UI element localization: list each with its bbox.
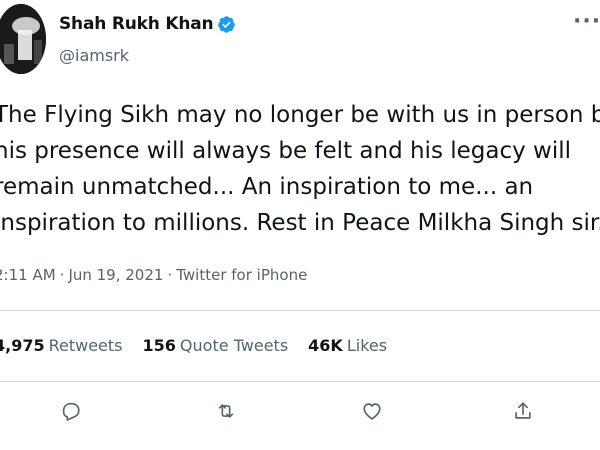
- tweet-line: The Flying Sikh may no longer be with us…: [0, 102, 600, 128]
- handle[interactable]: @iamsrk: [59, 46, 129, 65]
- meta-separator: ·: [167, 266, 173, 284]
- profile-photo-icon: [0, 4, 46, 74]
- divider: [0, 381, 600, 382]
- retweet-button[interactable]: [213, 398, 239, 424]
- reply-button[interactable]: [58, 398, 84, 424]
- author-name-row[interactable]: Shah Rukh Khan: [59, 14, 236, 34]
- share-button[interactable]: [510, 398, 536, 424]
- like-icon: [363, 403, 381, 420]
- likes-label: Likes: [346, 336, 388, 355]
- tweet-line: remain unmatched... An inspiration to me…: [0, 174, 534, 200]
- reply-icon: [62, 402, 80, 421]
- display-name[interactable]: Shah Rukh Khan: [59, 14, 214, 34]
- tweet-text: The Flying Sikh may no longer be with us…: [0, 97, 600, 241]
- retweets-stat[interactable]: 4,975 Retweets: [0, 336, 123, 355]
- tweet-line: inspiration to millions. Rest in Peace M…: [0, 210, 600, 236]
- more-options-icon[interactable]: ···: [573, 9, 600, 34]
- action-bar: [0, 398, 600, 426]
- tweet-stats: 4,975 Retweets 156 Quote Tweets 46K Like…: [0, 336, 387, 355]
- verified-badge-icon: [218, 15, 236, 33]
- like-button[interactable]: [359, 398, 385, 424]
- tweet-meta: 2:11 AM · Jun 19, 2021 · Twitter for iPh…: [0, 266, 307, 284]
- tweet-line: his presence will always be felt and his…: [0, 138, 572, 164]
- share-icon: [515, 402, 531, 419]
- retweets-count: 4,975: [0, 336, 45, 355]
- likes-count: 46K: [308, 336, 343, 355]
- retweet-icon: [218, 404, 234, 418]
- tweet-source[interactable]: Twitter for iPhone: [176, 266, 307, 284]
- quote-tweets-stat[interactable]: 156 Quote Tweets: [143, 336, 289, 355]
- quote-tweets-label: Quote Tweets: [179, 336, 289, 355]
- retweets-label: Retweets: [48, 336, 123, 355]
- avatar[interactable]: [0, 4, 46, 74]
- divider: [0, 310, 600, 311]
- likes-stat[interactable]: 46K Likes: [308, 336, 387, 355]
- tweet-date[interactable]: Jun 19, 2021: [68, 266, 163, 284]
- quote-tweets-count: 156: [142, 336, 176, 355]
- tweet-time[interactable]: 2:11 AM: [0, 266, 56, 284]
- meta-separator: ·: [59, 266, 65, 284]
